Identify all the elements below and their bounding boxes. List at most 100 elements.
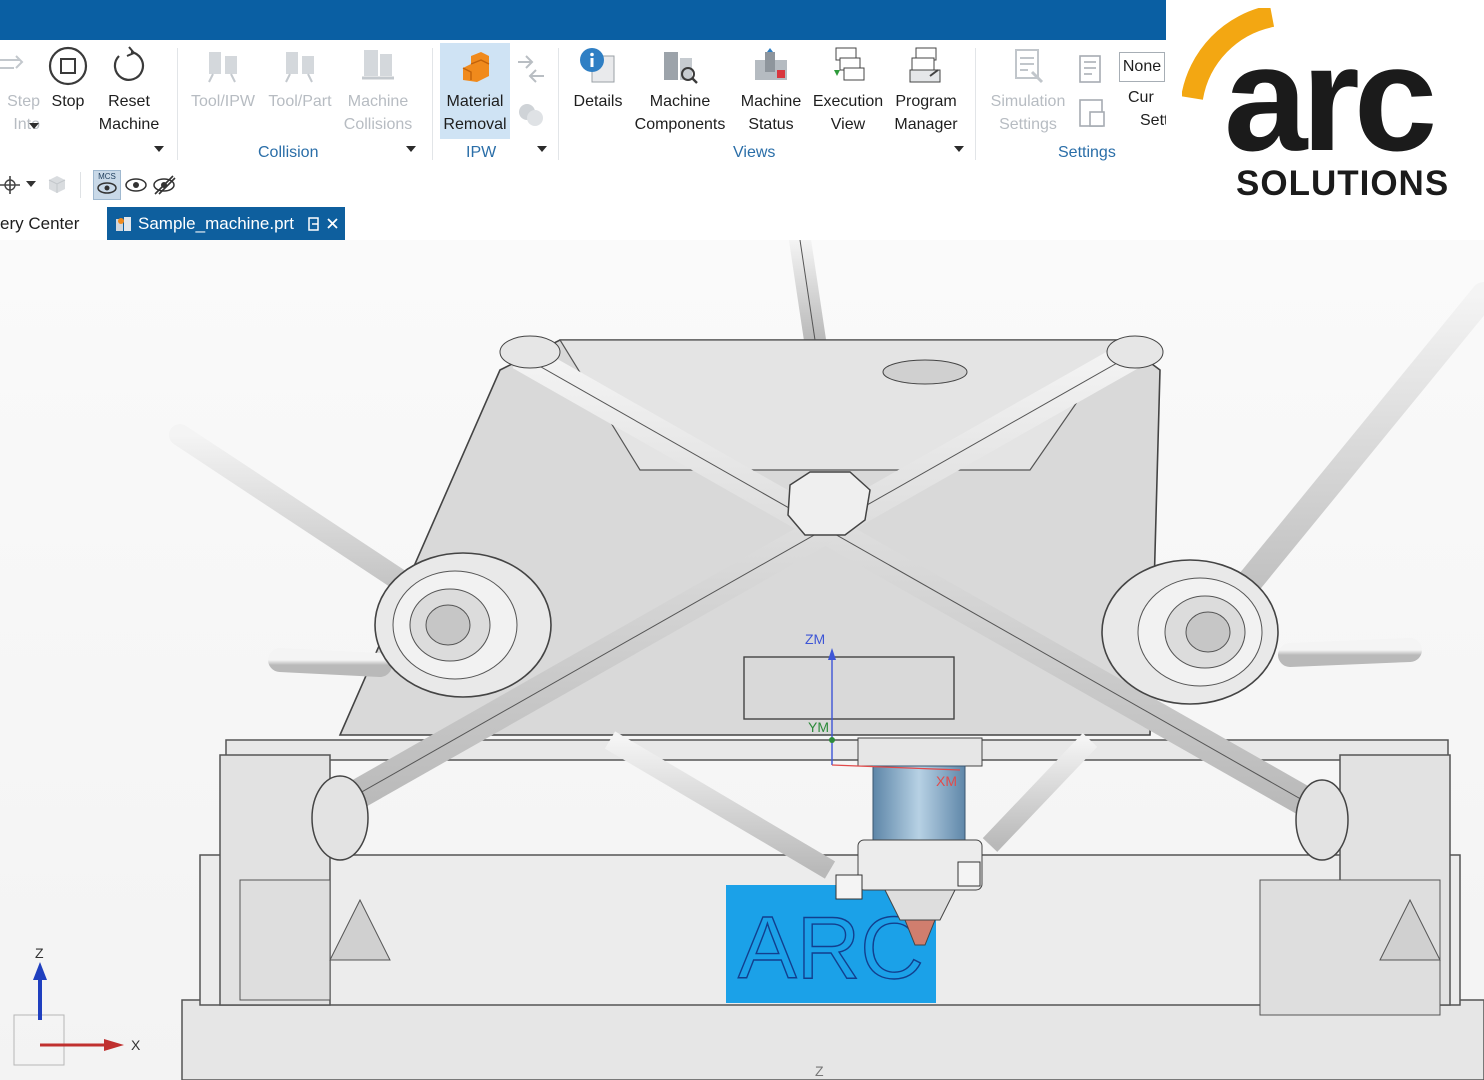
step-into-label-1: Step [7,93,40,110]
group-separator [558,48,559,160]
tab-sample-machine[interactable]: Sample_machine.prt [107,207,345,240]
stop-icon [48,46,88,86]
ym-point [829,737,835,743]
machine-components-button[interactable]: Machine Components [630,40,730,140]
tab-gallery-center[interactable]: ery Center [0,207,87,240]
machine-collisions-label-1: Machine [347,93,409,110]
tool-ipw-collision-icon [208,52,237,83]
logo-wordmark: arc [1224,14,1434,158]
hide-icon[interactable] [152,174,176,196]
ipw-group-dropdown-arrow[interactable] [537,146,547,152]
details-button[interactable]: Details [566,40,630,140]
ipw-transfer-icon[interactable] [514,52,548,86]
reset-machine-label-2: Machine [98,116,160,133]
views-group-label: Views [733,144,776,161]
program-manager-label-2: Manager [894,116,958,133]
program-manager-label-1: Program [895,93,957,110]
left-joint [311,775,369,861]
settings-group-label: Settings [1058,144,1116,161]
top-right-joint [1106,335,1164,369]
machine-components-icon [664,52,698,84]
none-dropdown[interactable]: None [1119,52,1165,82]
right-bearing [1101,559,1279,705]
tool-part-button[interactable]: Tool/Part [262,40,338,140]
zm-label: ZM [805,631,825,647]
right-clamp [957,861,981,887]
mcs-display-icon [97,182,117,194]
document-modified-icon [308,217,319,231]
simulation-group-dropdown-arrow[interactable] [154,146,164,152]
group-separator [432,48,433,160]
machine-collisions-button[interactable]: Machine Collisions [338,40,418,140]
xm-label: XM [936,773,957,789]
machine-status-label-1: Machine [740,93,802,110]
machine-components-label-2: Components [634,116,726,133]
triad-z-arrow [33,962,47,980]
arc-logo-mark: arc [1182,8,1440,158]
execution-view-gcode-icon [834,47,865,81]
tab-sample-machine-label: Sample_machine.prt [138,214,294,233]
graphics-viewport[interactable]: ARC ZM YM XM Z X Z [0,240,1484,1080]
current-settings-button[interactable]: Cur Sett [1128,86,1168,132]
logo-subtitle: SOLUTIONS [1236,164,1450,203]
machine-collisions-icon [362,50,394,80]
mcs-display-button[interactable]: MCS [93,170,121,200]
view-triad-box [13,1014,65,1066]
machine-collisions-label-2: Collisions [343,116,413,133]
platform-hole [882,359,968,385]
material-removal-button[interactable]: Material Removal [440,43,510,139]
left-bearing [374,552,552,698]
right-side-rod [1278,638,1422,667]
ipw-group-label: IPW [466,144,497,161]
arc-solutions-logo: arc SOLUTIONS [1166,0,1484,238]
right-joint [1295,779,1349,861]
toolbar-separator [80,172,81,198]
machine-status-icon [755,48,787,80]
tool-part-collision-icon [285,52,314,83]
material-removal-icon [462,52,490,82]
snap-dropdown-arrow[interactable] [26,181,36,187]
shaded-cube-icon[interactable] [46,173,68,195]
reset-icon [113,46,145,81]
collision-group-dropdown-arrow[interactable] [406,146,416,152]
machine-components-label-1: Machine [649,93,711,110]
spindle-mount [857,737,983,767]
machine-model: ARC ZM YM XM Z X Z [13,240,1484,1080]
close-tab-icon[interactable] [327,218,338,229]
step-into-dropdown-arrow[interactable] [29,123,39,129]
snap-point-icon[interactable] [0,174,22,196]
simulation-settings-icon [1015,49,1044,84]
execution-view-button[interactable]: Execution View [808,40,888,140]
current-settings-label-2: Sett [1140,112,1168,129]
triad-x-label: X [131,1037,141,1053]
group-separator [177,48,178,160]
simulation-settings-button[interactable]: Simulation Settings [984,40,1072,140]
left-foot-bracket [239,879,331,1001]
tool-ipw-button[interactable]: Tool/IPW [186,40,260,140]
ipw-shapes-icon[interactable] [514,98,548,132]
triad-z-label: Z [35,945,44,961]
bottom-axis-mark: Z [815,1063,824,1079]
reset-machine-label-1: Reset [108,93,150,110]
left-clamp [835,874,863,900]
top-left-joint [499,335,561,369]
details-info-icon [580,48,615,83]
program-manager-button[interactable]: Program Manager [888,40,964,140]
execution-view-label-2: View [830,116,866,133]
settings-list-icon[interactable] [1076,52,1110,86]
show-icon[interactable] [124,176,148,194]
material-removal-label-2: Removal [443,116,507,133]
machine-status-button[interactable]: Machine Status [736,40,806,140]
execution-view-label-1: Execution [812,93,884,110]
program-manager-icon [909,47,941,83]
stop-button[interactable]: Stop [44,40,92,140]
group-separator [975,48,976,160]
tab-gallery-center-label: ery Center [0,214,80,233]
quick-access-toolbar: MCS [0,166,1166,205]
views-group-dropdown-arrow[interactable] [954,146,964,152]
reset-machine-button[interactable]: Reset Machine [94,40,164,140]
triad-x-arrow [104,1039,124,1051]
settings-table-icon[interactable] [1076,96,1110,130]
left-side-rod [268,648,392,677]
ribbon: Step Into Stop Reset Machine Tool/IPW To… [0,40,1168,167]
